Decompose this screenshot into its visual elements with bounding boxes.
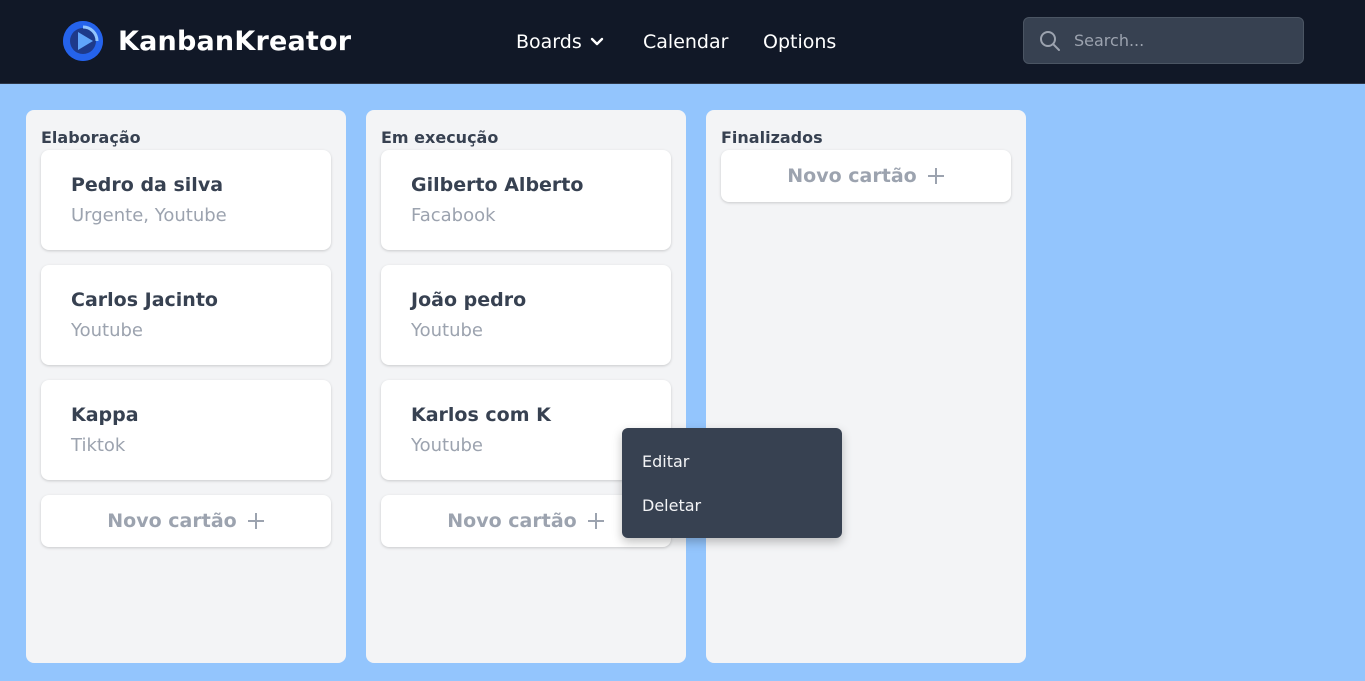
- new-card-label: Novo cartão: [787, 165, 917, 187]
- card-title: Carlos Jacinto: [71, 289, 218, 311]
- nav-boards-label: Boards: [516, 31, 582, 53]
- card-title: João pedro: [411, 289, 527, 311]
- new-card-label: Novo cartão: [107, 510, 237, 532]
- plus-icon: [927, 168, 944, 184]
- card-title: Gilberto Alberto: [411, 174, 584, 196]
- chevron-down-icon: [590, 37, 603, 46]
- card-title: Pedro da silva: [71, 174, 224, 196]
- card[interactable]: Gilberto Alberto Facabook: [381, 150, 671, 250]
- plus-icon: [247, 513, 264, 529]
- menu-item-edit[interactable]: Editar: [642, 452, 689, 471]
- card-tags: Facabook: [411, 205, 496, 226]
- app-name: KanbanKreator: [118, 25, 352, 57]
- nav-boards[interactable]: Boards: [516, 30, 604, 54]
- search-input[interactable]: [1074, 18, 1299, 63]
- card-context-menu: Editar Deletar: [622, 428, 842, 538]
- card[interactable]: Carlos Jacinto Youtube: [41, 265, 331, 365]
- plus-icon: [587, 513, 604, 529]
- card-title: Kappa: [71, 404, 139, 426]
- column-em-execucao: Em execução Gilberto Alberto Facabook Jo…: [366, 110, 686, 663]
- card-tags: Urgente, Youtube: [71, 205, 227, 226]
- column-finalizados: Finalizados Novo cartão: [706, 110, 1026, 663]
- column-title: Em execução: [381, 128, 499, 147]
- nav-calendar[interactable]: Calendar: [643, 30, 728, 54]
- card-title: Karlos com K: [411, 404, 551, 426]
- card[interactable]: Pedro da silva Urgente, Youtube: [41, 150, 331, 250]
- new-card-label: Novo cartão: [447, 510, 577, 532]
- card[interactable]: João pedro Youtube: [381, 265, 671, 365]
- nav-options-label: Options: [763, 31, 837, 53]
- top-navbar: KanbanKreator Boards Calendar Options: [0, 0, 1365, 84]
- new-card-button[interactable]: Novo cartão: [41, 495, 331, 547]
- card-tags: Youtube: [71, 320, 143, 341]
- nav-calendar-label: Calendar: [643, 31, 729, 53]
- menu-item-delete[interactable]: Deletar: [642, 496, 701, 515]
- search-box: [1023, 17, 1304, 64]
- card-tags: Youtube: [411, 435, 483, 456]
- brand[interactable]: KanbanKreator: [63, 21, 351, 61]
- column-title: Elaboração: [41, 128, 141, 147]
- column-elaboracao: Elaboração Pedro da silva Urgente, Youtu…: [26, 110, 346, 663]
- play-logo-icon: [63, 21, 103, 61]
- column-title: Finalizados: [721, 128, 823, 147]
- search-icon: [1040, 31, 1060, 51]
- card-tags: Tiktok: [71, 435, 126, 456]
- nav-options[interactable]: Options: [763, 30, 836, 54]
- card-tags: Youtube: [411, 320, 483, 341]
- card[interactable]: Kappa Tiktok: [41, 380, 331, 480]
- new-card-button[interactable]: Novo cartão: [721, 150, 1011, 202]
